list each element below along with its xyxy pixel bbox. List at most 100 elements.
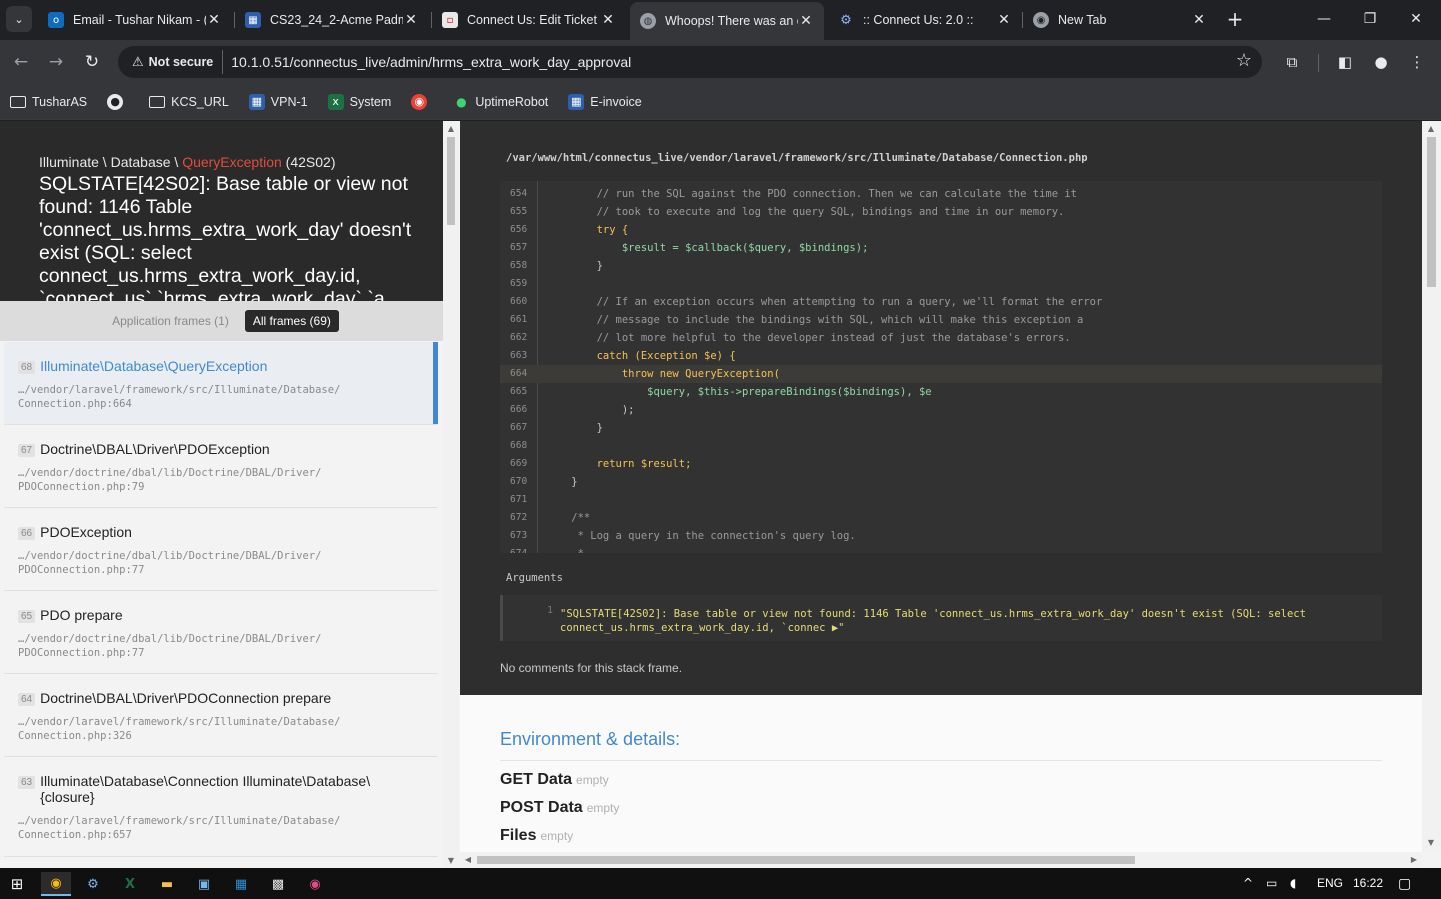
minimize-button[interactable]: — [1301,0,1347,38]
profile-avatar-icon[interactable]: ● [1369,50,1393,74]
restore-button[interactable]: ❐ [1347,0,1393,38]
windows-start-icon[interactable]: ⊞ [2,872,32,896]
close-icon[interactable]: ✕ [1191,12,1207,28]
code-line: 660 // If an exception occurs when attem… [500,293,1382,311]
dot-icon: ● [456,94,467,109]
bookmark-star-icon[interactable]: ☆ [1236,50,1252,71]
argument-index: 1 [547,605,554,616]
remote-desktop-icon[interactable]: ▣ [189,872,219,896]
horizontal-scrollbar[interactable]: ◀ ▶ [460,852,1422,868]
arguments-box: 1 "SQLSTATE[42S02]: Base table or view n… [500,595,1382,641]
scroll-up-arrow-icon[interactable]: ▲ [443,124,459,133]
frame-item[interactable]: 65 PDO prepare …/vendor/doctrine/dbal/li… [4,591,438,674]
chrome-taskbar-icon[interactable]: ◉ [41,872,71,896]
tab-new-tab[interactable]: ◉ New Tab ✕ [1023,6,1217,34]
scroll-right-arrow-icon[interactable]: ▶ [1406,855,1422,864]
scroll-down-arrow-icon[interactable]: ▼ [443,856,459,865]
close-window-button[interactable]: ✕ [1393,0,1439,38]
grid-icon: ▦ [245,12,261,28]
tab-acme[interactable]: ▦ CS23_24_2-Acme Padm ✕ [235,6,429,34]
scroll-down-arrow-icon[interactable]: ▼ [1423,838,1439,847]
frame-item[interactable]: 64 Doctrine\DBAL\Driver\PDOConnection pr… [4,674,438,757]
menu-icon[interactable]: ⋮ [1405,50,1429,74]
code-text: // lot more helpful to the developer ins… [546,332,1071,344]
tab-edit-ticket[interactable]: ▫ Connect Us: Edit Ticket ✕ [432,6,626,34]
frame-item[interactable]: 67 Doctrine\DBAL\Driver\PDOException …/v… [4,425,438,508]
arguments-label: Arguments [506,572,563,584]
code-text: * [546,545,584,553]
file-explorer-icon[interactable]: ▬ [152,872,182,896]
scroll-thumb[interactable] [447,137,455,225]
notifications-icon[interactable]: ▢ [1398,876,1411,892]
bookmark-e-invoice[interactable]: ▦ E-invoice [568,93,642,110]
excel-taskbar-icon[interactable]: X [115,872,145,896]
argument-value[interactable]: "SQLSTATE[42S02]: Base table or view not… [560,607,1360,635]
line-number: 668 [510,440,528,451]
frame-item[interactable]: 63 Illuminate\Database\Connection Illumi… [4,757,438,857]
close-icon[interactable]: ✕ [206,12,222,28]
bookmark-system[interactable]: x System [327,93,391,110]
bookmark-tusharas[interactable]: TusharAS [10,95,87,109]
back-button[interactable]: ← [9,50,33,74]
line-number: 670 [510,476,528,487]
tab-search-icon[interactable]: ⌄ [6,6,32,32]
url-text[interactable]: 10.1.0.51/connectus_live/admin/hrms_extr… [231,54,631,70]
bookmark-app[interactable]: ● [107,93,129,110]
tab-connect-us[interactable]: ⚙ :: Connect Us: 2.0 :: ✕ [828,6,1022,34]
scroll-thumb[interactable] [1427,137,1436,287]
address-bar[interactable]: ⚠ Not secure 10.1.0.51/connectus_live/ad… [118,46,1262,78]
globe-icon: ◍ [640,13,656,29]
reload-button[interactable]: ↻ [80,50,104,74]
close-icon[interactable]: ✕ [798,13,814,29]
close-icon[interactable]: ✕ [600,12,616,28]
exception-class: Illuminate \ Database \ QueryException (… [39,154,336,170]
volume-icon[interactable]: ◖ [1290,876,1296,890]
left-scrollbar[interactable]: ▲ ▼ [443,121,459,868]
new-tab-button[interactable]: + [1224,8,1246,30]
line-number: 654 [510,188,528,199]
frame-index: 64 [18,693,36,706]
close-icon[interactable]: ✕ [996,12,1012,28]
tray-chevron-icon[interactable]: ^ [1243,876,1253,890]
close-icon[interactable]: ✕ [403,12,419,28]
teamviewer-icon[interactable]: ▦ [226,872,256,896]
frame-file-path[interactable]: /var/www/html/connectus_live/vendor/lara… [506,152,1088,164]
tab-email[interactable]: o Email - Tushar Nikam - ( ✕ [38,6,232,34]
line-number: 660 [510,296,528,307]
bookmark-vpn-1[interactable]: ▦ VPN-1 [248,93,308,110]
right-scrollbar[interactable]: ▲ ▼ [1422,121,1441,852]
application-frames-button[interactable]: Application frames (1) [104,310,237,332]
bookmark-uptimerobot[interactable]: ● UptimeRobot [453,94,548,110]
app-taskbar-icon[interactable]: ▩ [263,872,293,896]
line-number: 661 [510,314,528,325]
network-icon: ▦ [568,93,585,110]
code-text: /** [546,512,591,524]
frame-list: 68 Illuminate\Database\QueryException …/… [4,342,438,868]
browser-taskbar-icon[interactable]: ◉ [300,872,330,896]
frame-item[interactable]: 66 PDOException …/vendor/doctrine/dbal/l… [4,508,438,591]
forward-button[interactable]: → [44,50,68,74]
security-chip[interactable]: ⚠ Not secure [126,50,224,74]
line-number: 667 [510,422,528,433]
line-number: 673 [510,530,528,541]
scroll-thumb[interactable] [477,856,1135,864]
code-line: 670 } [500,473,1382,491]
clock[interactable]: 16:22 [1353,876,1383,890]
scroll-left-arrow-icon[interactable]: ◀ [460,855,476,864]
tab-whoops[interactable]: ◍ Whoops! There was an e ✕ [630,2,824,40]
browser-toolbar: ← → ↻ ⚠ Not secure 10.1.0.51/connectus_l… [0,40,1441,84]
frame-item[interactable]: 68 Illuminate\Database\QueryException …/… [4,342,438,425]
bookmark-kcs-url[interactable]: KCS_URL [149,95,229,109]
all-frames-button[interactable]: All frames (69) [244,310,339,332]
side-panel-icon[interactable]: ◧ [1333,50,1357,74]
bookmark-chrome[interactable]: ◉ [411,93,433,110]
exception-message: SQLSTATE[42S02]: Base table or view not … [39,173,412,301]
frame-file: …/vendor/doctrine/dbal/lib/Doctrine/DBAL… [18,633,322,659]
network-taskbar-icon[interactable]: ⚙ [78,872,108,896]
scroll-up-arrow-icon[interactable]: ▲ [1423,124,1439,133]
network-tray-icon[interactable]: ▭ [1266,876,1277,890]
language-indicator[interactable]: ENG [1317,876,1343,890]
line-number: 658 [510,260,528,271]
code-line: 663 catch (Exception $e) { [500,347,1382,365]
extensions-icon[interactable]: ⧉ [1280,50,1304,74]
